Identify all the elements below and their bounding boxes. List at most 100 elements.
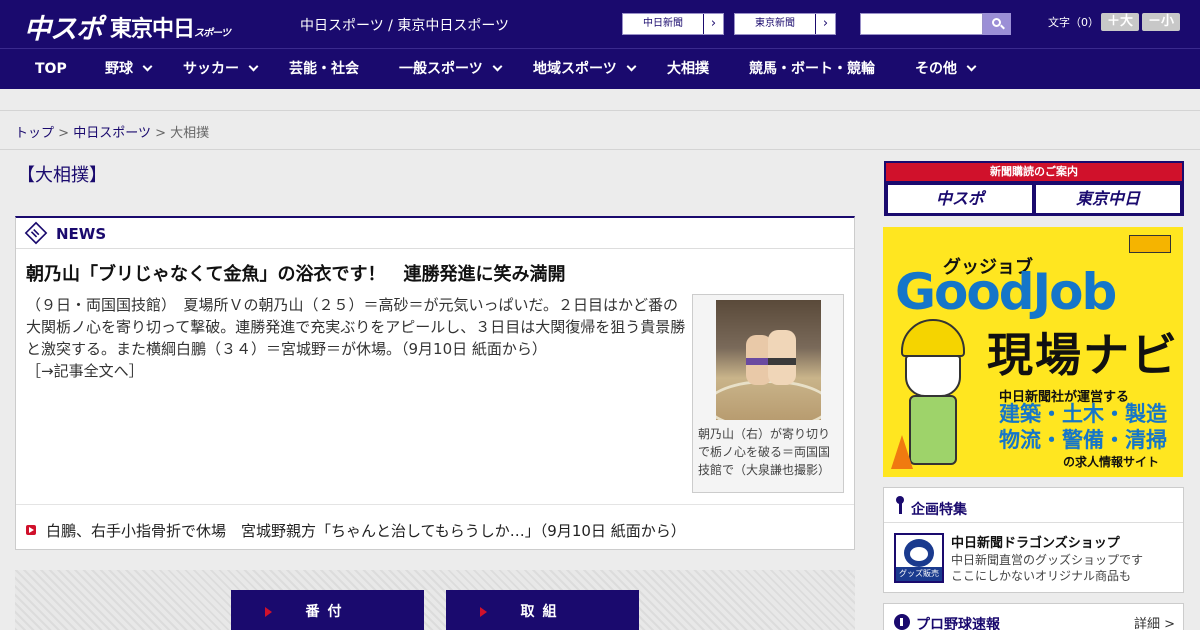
subscription-title: 新聞購読のご案内 [886,163,1182,181]
feature-title: 企画特集 [911,502,967,518]
dragons-shop-thumbnail[interactable]: グッズ販売中 [894,533,944,583]
page-title: 【大相撲】 [17,165,107,186]
worker-face-icon [905,355,961,397]
news-headline[interactable]: 朝乃山「ブリじゃなくて金魚」の浴衣です！ 連勝発進に笑み満開 [26,260,565,286]
chuspo-logo[interactable]: 中スポ [24,7,103,46]
nav-sumo[interactable]: 大相撲 [667,49,709,90]
breadcrumb: トップ > 中日スポーツ > 大相撲 [15,122,209,141]
chevron-down-icon [626,61,637,72]
breadcrumb-chunichi[interactable]: 中日スポーツ [73,126,151,141]
goodjob-fields-2: 物流・警備・清掃 [999,428,1167,452]
nav-general-sports-label: 一般スポーツ [399,61,483,77]
goodjob-ad-banner[interactable]: グッジョブ GoodJob 現場ナビ 中日新聞社が運営する 建築・土木・製造 物… [883,227,1183,477]
news-article: （９日・両国国技館） 夏場所Ｖの朝乃山（２５）＝高砂＝が元気いっぱいだ。２日目は… [26,294,686,382]
torikumi-button-label: 取組 [520,604,565,620]
news-body: （９日・両国国技館） 夏場所Ｖの朝乃山（２５）＝高砂＝が元気いっぱいだ。２日目は… [26,296,686,358]
read-more-link[interactable]: ［→記事全文へ］ [26,362,144,380]
baseball-icon [894,614,910,630]
worker-helmet-icon [901,319,965,357]
goods-label: グッズ販売中 [896,567,942,581]
dragons-shop-desc-1: 中日新聞直営のグッズショップです [951,553,1144,567]
search-input[interactable] [860,13,983,35]
chevron-down-icon [492,61,503,72]
triangle-right-icon [480,607,487,617]
nav-racing-label: 競馬・ボート・競輪 [749,61,875,77]
feature-box: 企画特集 グッズ販売中 中日新聞ドラゴンズショップ 中日新聞直営のグッズショップ… [883,487,1184,593]
font-smaller-button[interactable]: －小 [1142,13,1180,31]
tokyo-shimbun-label: 東京新聞 [755,18,795,29]
nav-soccer[interactable]: サッカー [183,49,259,90]
nav-racing[interactable]: 競馬・ボート・競輪 [749,49,875,90]
chevron-down-icon [142,61,153,72]
newspaper-icon [24,221,48,245]
nav-general-sports[interactable]: 一般スポーツ [399,49,503,90]
news-header: NEWS [16,218,854,249]
nav-top-label: TOP [35,61,67,77]
nav-sumo-label: 大相撲 [667,61,709,77]
baseball-details-link[interactable]: 詳細 > [1134,613,1175,630]
breadcrumb-separator: > [58,126,70,141]
sumo-photo[interactable] [716,300,821,420]
nav-local-sports-label: 地域スポーツ [533,61,617,77]
chevron-down-icon [248,61,259,72]
sub-headline-link[interactable]: 白鵬、右手小指骨折で休場 宮城野親方「ちゃんと治してもらうしか…」（9月10日 … [46,520,686,541]
dragons-shop-link[interactable]: 中日新聞ドラゴンズショップ [951,532,1120,551]
goodjob-brand: GoodJob [895,263,1117,321]
chevron-right-icon: › [815,14,835,34]
nav-other[interactable]: その他 [915,49,977,90]
dragons-shop-desc-2: ここにしかないオリジナル商品も [951,569,1132,583]
nav-baseball[interactable]: 野球 [105,49,153,90]
traffic-cone-icon [891,435,913,469]
chevron-down-icon [966,61,977,72]
subscribe-tokyo-chunichi[interactable]: 東京中日 [1036,185,1180,213]
breadcrumb-top[interactable]: トップ [15,126,54,141]
tokyo-chunichi-logo-small: スポーツ [194,28,231,39]
photo-ring [716,380,821,420]
baseball-title: プロ野球速報 [916,617,1000,630]
font-size-label: 文字（0） [1048,16,1099,29]
nav-top[interactable]: TOP [35,49,67,90]
subscribe-chuspo[interactable]: 中スポ [888,185,1032,213]
goodjob-fields-1: 建築・土木・製造 [999,402,1167,426]
font-larger-button[interactable]: ＋大 [1101,13,1139,31]
search-icon-handle [1000,24,1005,30]
site-header: 中スポ 東京中日スポーツ 中日スポーツ / 東京中日スポーツ 中日新聞 › 東京… [0,0,1200,48]
play-bullet-icon [26,525,36,535]
nav-soccer-label: サッカー [183,61,239,77]
baseball-scores-box: プロ野球速報 詳細 > [883,603,1184,630]
pin-icon [896,496,904,514]
main-nav: TOP 野球 サッカー 芸能・社会 一般スポーツ 地域スポーツ 大相撲 競馬・ボ… [0,48,1200,89]
nav-local-sports[interactable]: 地域スポーツ [533,49,637,90]
chevron-right-icon: › [703,14,723,34]
feature-header: 企画特集 [884,488,1183,523]
news-photo-box: 朝乃山（右）が寄り切りで栃ノ心を破る＝両国国技館で（大泉謙也撮影） [692,294,844,493]
ad-strip [0,89,1200,111]
nav-entertainment[interactable]: 芸能・社会 [289,49,359,90]
goodjob-tagline: の求人情報サイト [1063,455,1160,469]
goodjob-navi: 現場ナビ [987,328,1179,382]
divider [0,149,1200,150]
divider [16,504,854,505]
truck-icon [1129,235,1171,253]
mascot-icon [904,539,934,567]
chunichi-shimbun-label: 中日新聞 [643,18,683,29]
photo-caption: 朝乃山（右）が寄り切りで栃ノ心を破る＝両国国技館で（大泉謙也撮影） [698,427,831,477]
category-button-area [15,570,855,630]
search-button[interactable] [983,13,1011,35]
torikumi-button[interactable]: 取組 [446,590,639,630]
subscription-banner[interactable]: 新聞購読のご案内 中スポ 東京中日 [884,161,1184,216]
nav-entertainment-label: 芸能・社会 [289,61,359,77]
nav-baseball-label: 野球 [105,61,133,77]
news-box: NEWS 朝乃山「ブリじゃなくて金魚」の浴衣です！ 連勝発進に笑み満開 （９日・… [15,216,855,550]
site-title: 中日スポーツ / 東京中日スポーツ [300,18,510,34]
photo-belt-right [768,358,796,365]
tokyo-chunichi-logo[interactable]: 東京中日スポーツ [110,11,231,43]
banzuke-button[interactable]: 番付 [231,590,424,630]
breadcrumb-current: 大相撲 [170,126,210,141]
tokyo-shimbun-link[interactable]: 東京新聞 › [734,13,836,35]
worker-body-icon [909,395,957,465]
chunichi-shimbun-link[interactable]: 中日新聞 › [622,13,724,35]
banzuke-button-label: 番付 [305,604,350,620]
tokyo-chunichi-logo-text: 東京中日 [110,17,195,42]
dragons-shop-desc: 中日新聞直営のグッズショップです ここにしかないオリジナル商品も [951,552,1143,584]
